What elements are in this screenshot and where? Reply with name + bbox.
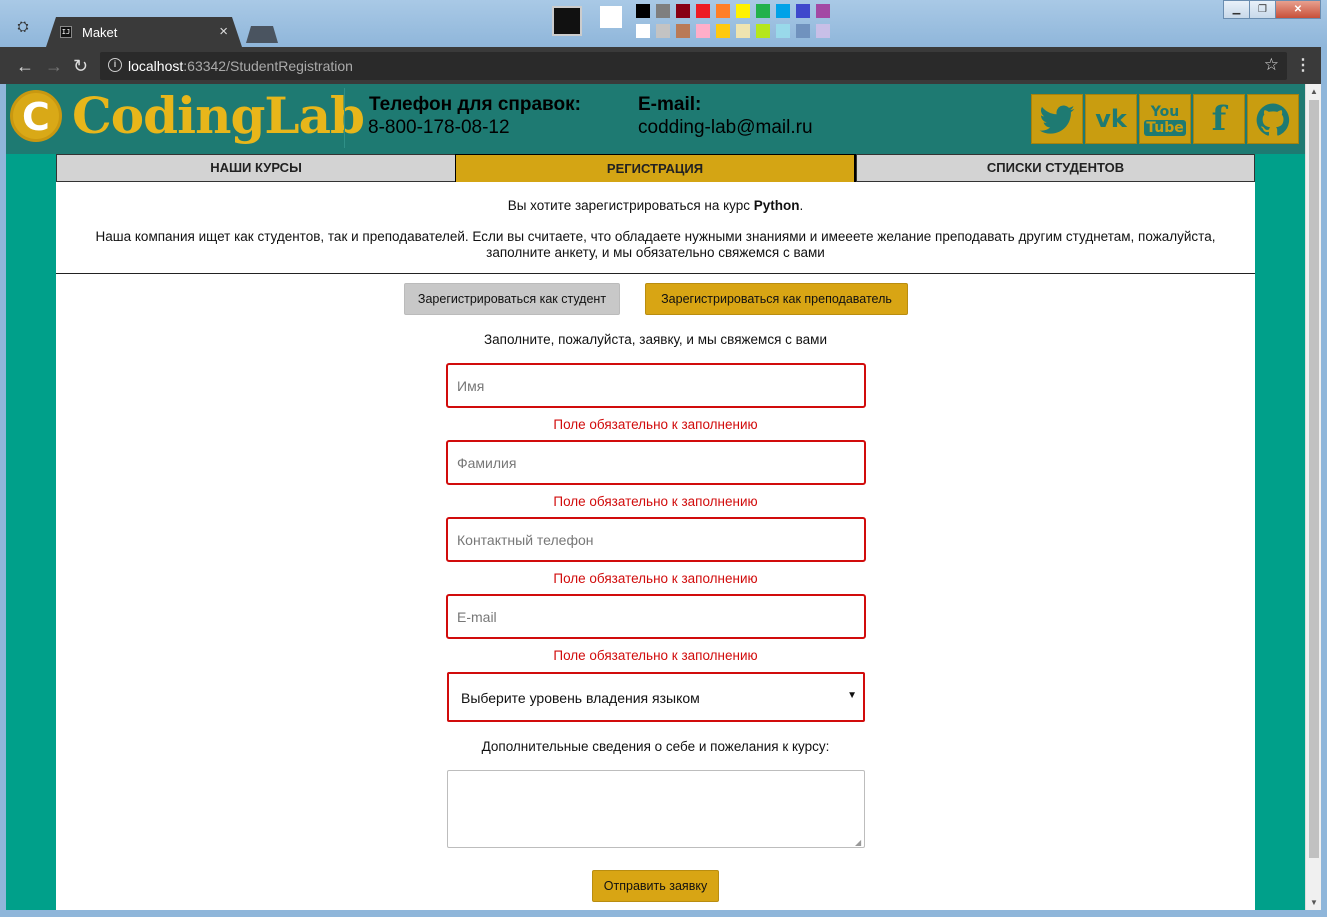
register-teacher-button[interactable]: Зарегистрироваться как преподаватель [645, 283, 908, 315]
first-name-error: Поле обязательно к заполнению [553, 417, 758, 432]
scroll-down-icon[interactable]: ▼ [1310, 898, 1318, 907]
background-app-palette [500, 0, 890, 44]
window-frame-bottom [0, 910, 1327, 917]
window-frame-right [1321, 47, 1327, 917]
email-value[interactable]: codding-lab@mail.ru [638, 117, 813, 139]
close-window-button[interactable]: ✕ [1275, 0, 1321, 19]
email-label: E-mail: [638, 94, 702, 115]
language-level-select[interactable]: Выберите уровень владения языком ▼ [447, 672, 865, 722]
email-input[interactable]: E-mail [446, 594, 866, 639]
youtube-icon: You Tube [1144, 104, 1186, 136]
phone-error: Поле обязательно к заполнению [553, 571, 758, 586]
back-arrow-icon[interactable]: ← [16, 56, 34, 77]
facebook-icon: f [1211, 99, 1227, 139]
new-tab-button[interactable] [246, 26, 278, 43]
last-name-placeholder: Фамилия [457, 455, 517, 471]
url-text[interactable]: localhost:63342/StudentRegistration [128, 58, 353, 74]
forward-arrow-icon[interactable]: → [45, 56, 63, 77]
register-student-button[interactable]: Зарегистрироваться как студент [404, 283, 620, 315]
divider [56, 273, 1255, 274]
scroll-up-icon[interactable]: ▲ [1310, 87, 1318, 96]
course-intro: Вы хотите зарегистрироваться на курс Pyt… [507, 198, 804, 213]
tab-title: Maket [82, 25, 118, 40]
site-header: C CodingLab Телефон для справок: 8-800-1… [6, 84, 1305, 154]
facebook-button[interactable]: f [1193, 94, 1245, 144]
company-text: Наша компания ищет как студентов, так и … [95, 229, 1216, 260]
window-titlebar: ⛭ IJ Maket × ▁ ❐ ✕ [0, 0, 1327, 47]
first-name-placeholder: Имя [457, 378, 485, 394]
phone-label: Телефон для справок: [369, 94, 581, 115]
last-name-input[interactable]: Фамилия [446, 440, 866, 485]
language-level-value: Выберите уровень владения языком [461, 690, 700, 706]
reload-icon[interactable]: ↻ [73, 56, 88, 77]
tab-courses[interactable]: НАШИ КУРСЫ [56, 154, 456, 182]
twitter-icon [1039, 105, 1075, 134]
window-controls: ▁ ❐ ✕ [1223, 0, 1321, 20]
minimize-button[interactable]: ▁ [1223, 0, 1250, 19]
first-name-input[interactable]: Имя [446, 363, 866, 408]
extra-info-label: Дополнительные сведения о себе и пожелан… [481, 739, 830, 754]
info-icon[interactable]: i [108, 58, 122, 72]
logo-badge[interactable]: C [10, 90, 62, 142]
youtube-button[interactable]: You Tube [1139, 94, 1191, 144]
tab-registration[interactable]: РЕГИСТРАЦИЯ [455, 154, 856, 184]
address-bar[interactable]: i localhost:63342/StudentRegistration ☆ [100, 52, 1287, 80]
vk-icon: vk [1095, 105, 1127, 133]
browser-tab[interactable]: IJ Maket × [46, 17, 242, 47]
course-name: Python [753, 198, 800, 213]
github-icon [1256, 103, 1290, 136]
vk-button[interactable]: vk [1085, 94, 1137, 144]
email-placeholder: E-mail [457, 609, 497, 625]
page-viewport: C CodingLab Телефон для справок: 8-800-1… [6, 84, 1305, 910]
phone-input[interactable]: Контактный телефон [446, 517, 866, 562]
submit-button[interactable]: Отправить заявку [592, 870, 719, 902]
form-hint: Заполните, пожалуйста, заявку, и мы свяж… [484, 332, 827, 347]
registration-panel: Вы хотите зарегистрироваться на курс Pyt… [56, 182, 1255, 910]
resize-handle-icon[interactable]: ◢ [855, 839, 863, 847]
intellij-favicon-icon: IJ [60, 26, 72, 38]
tab-student-lists[interactable]: СПИСКИ СТУДЕНТОВ [856, 154, 1255, 182]
incognito-icon: ⛭ [17, 18, 29, 34]
tab-close-icon[interactable]: × [219, 23, 228, 40]
logo-letter: C [22, 95, 50, 139]
dropdown-arrow-icon: ▼ [847, 690, 857, 701]
main-nav: НАШИ КУРСЫ РЕГИСТРАЦИЯ СПИСКИ СТУДЕНТОВ [56, 154, 1255, 184]
page-scrollbar[interactable]: ▲ ▼ [1305, 84, 1321, 910]
scroll-thumb[interactable] [1309, 100, 1319, 858]
phone-placeholder: Контактный телефон [457, 532, 594, 548]
twitter-button[interactable] [1031, 94, 1083, 144]
maximize-button[interactable]: ❐ [1249, 0, 1276, 19]
email-error: Поле обязательно к заполнению [553, 648, 758, 663]
logo-text[interactable]: CodingLab [72, 86, 365, 145]
last-name-error: Поле обязательно к заполнению [553, 494, 758, 509]
phone-value: 8-800-178-08-12 [368, 117, 510, 138]
browser-toolbar: ← → ↻ i localhost:63342/StudentRegistrat… [0, 47, 1327, 84]
logo-divider [344, 88, 345, 148]
menu-kebab-icon[interactable]: ⋮ [1295, 55, 1311, 75]
bookmark-star-icon[interactable]: ☆ [1264, 55, 1279, 75]
github-button[interactable] [1247, 94, 1299, 144]
extra-info-textarea[interactable]: ◢ [447, 770, 865, 848]
